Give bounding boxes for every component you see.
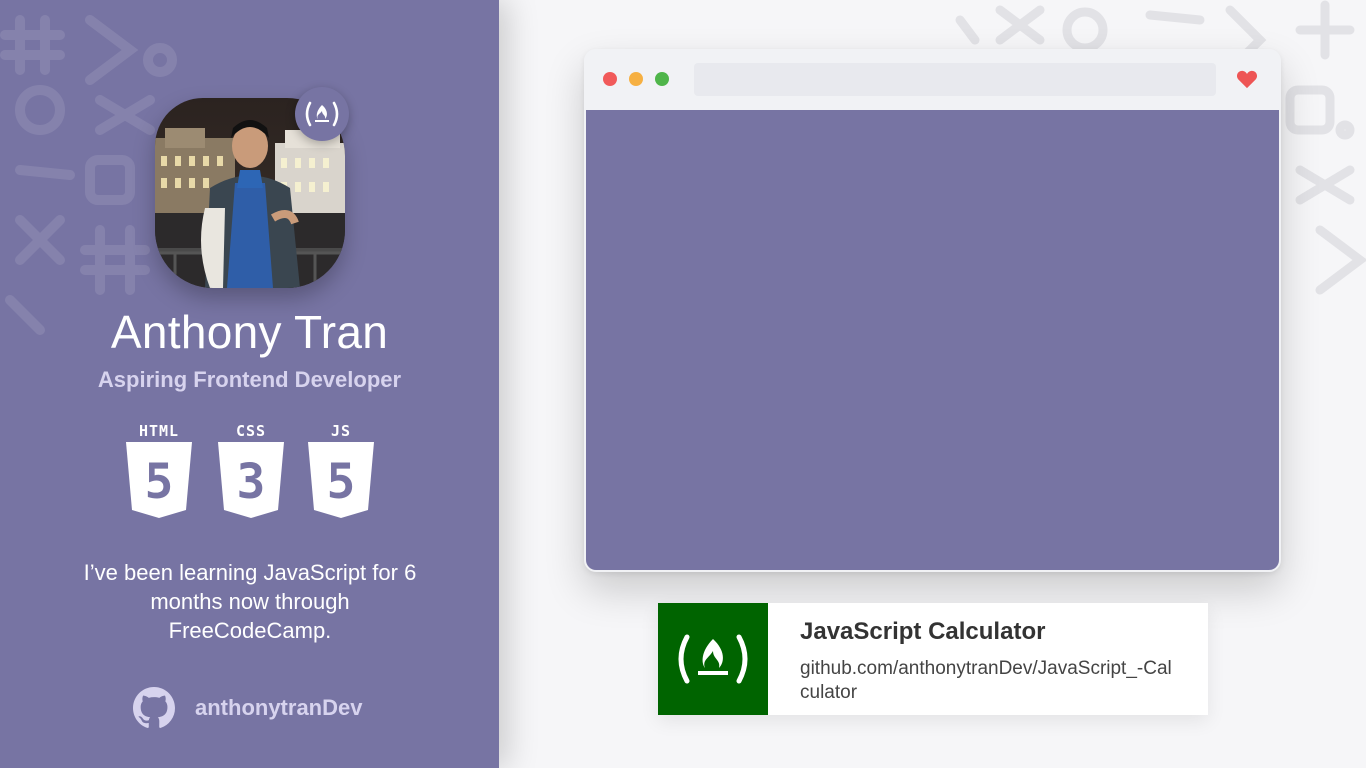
profile-role: Aspiring Frontend Developer	[97, 367, 402, 392]
tech-js: JS 5	[306, 422, 376, 522]
profile-card-page: Anthony Tran Aspiring Frontend Developer…	[0, 0, 1366, 768]
tech-label: HTML	[138, 422, 180, 440]
browser-window	[584, 49, 1281, 572]
heart-icon[interactable]	[1236, 69, 1258, 89]
close-dot-icon	[603, 72, 617, 86]
project-card[interactable]: JavaScript Calculator github.com/anthony…	[658, 603, 1208, 715]
tech-css: CSS 3	[216, 422, 286, 522]
project-title: JavaScript Calculator	[800, 618, 1046, 645]
profile-bio: I’ve been learning JavaScript for 6 mont…	[83, 560, 417, 643]
html5-shield-icon: 5	[126, 442, 192, 518]
browser-toolbar	[584, 49, 1281, 109]
minimize-dot-icon	[629, 72, 643, 86]
github-username: anthonytranDev	[195, 695, 363, 720]
css3-shield-icon: 3	[218, 442, 284, 518]
tech-label: JS	[330, 422, 352, 440]
tech-label: CSS	[235, 422, 267, 440]
svg-text:5: 5	[327, 454, 356, 510]
freecodecamp-badge-icon	[295, 87, 349, 141]
project-thumbnail	[658, 603, 768, 715]
profile-panel: Anthony Tran Aspiring Frontend Developer…	[0, 0, 499, 768]
tech-html: HTML 5	[124, 422, 194, 522]
maximize-dot-icon	[655, 72, 669, 86]
browser-viewport	[586, 110, 1279, 570]
js-shield-icon: 5	[308, 442, 374, 518]
svg-text:5: 5	[145, 454, 174, 510]
profile-name: Anthony Tran	[110, 306, 389, 358]
project-link[interactable]: github.com/anthonytranDev/JavaScript_-Ca…	[800, 657, 1180, 705]
tech-stack: HTML 5 CSS 3 JS 5	[124, 422, 376, 522]
avatar-container	[155, 87, 349, 288]
freecodecamp-logo-icon	[678, 634, 748, 684]
address-bar[interactable]	[694, 63, 1216, 96]
svg-text:3: 3	[237, 454, 266, 510]
github-link[interactable]: anthonytranDev	[133, 687, 363, 728]
github-icon	[133, 687, 175, 728]
